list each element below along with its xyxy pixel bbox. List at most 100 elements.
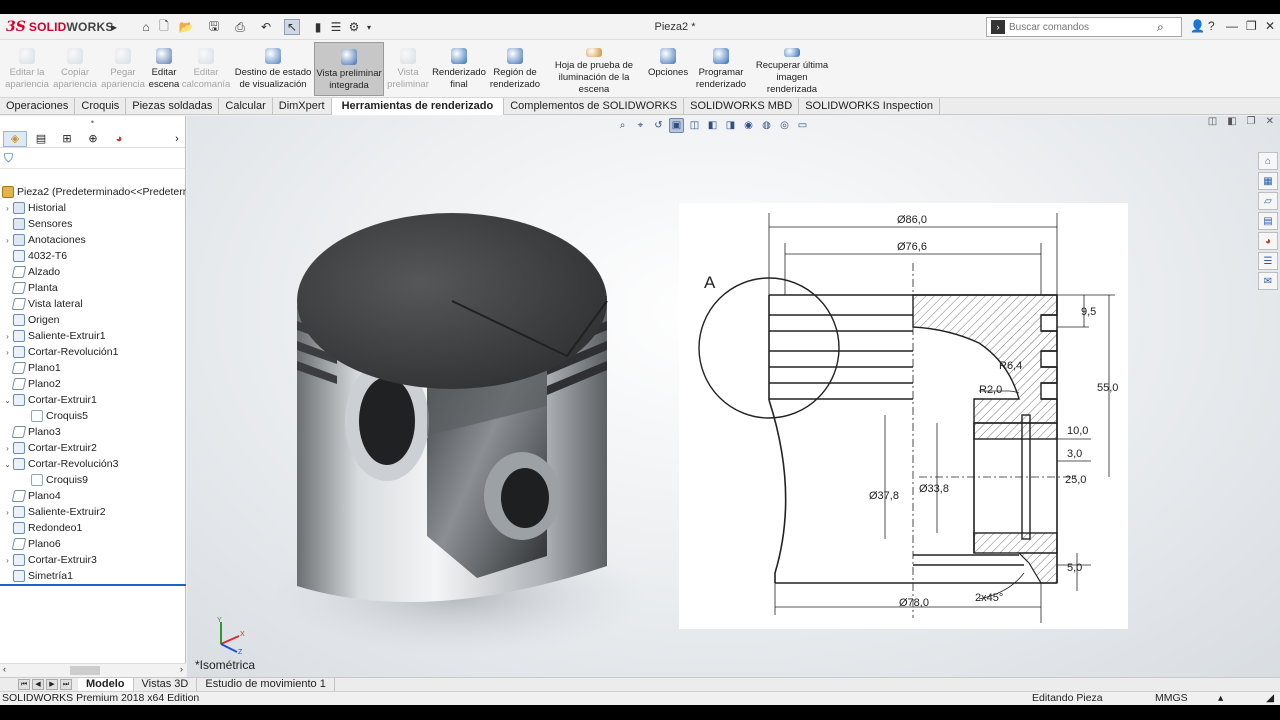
zoom-to-area-icon[interactable]: ⌖ [633, 118, 648, 133]
expand-toggle-icon[interactable]: › [2, 236, 13, 245]
cmd-copy-appearance-button[interactable]: Copiar apariencia [52, 42, 98, 96]
bottom-tab-modelo[interactable]: Modelo [78, 677, 134, 692]
cmd-lighting-proof-button[interactable]: Hoja de prueba de iluminación de la esce… [542, 42, 646, 96]
dynamic-annotation-icon[interactable]: ◫ [687, 118, 702, 133]
cmd-options-button[interactable]: Opciones [648, 42, 688, 96]
view-orientation-icon[interactable]: ◧ [705, 118, 720, 133]
first-tab-icon[interactable]: ⏮ [18, 679, 30, 690]
prev-tab-icon[interactable]: ◀ [32, 679, 44, 690]
tab-solidworks-inspection[interactable]: SOLIDWORKS Inspection [799, 98, 940, 115]
tree-node[interactable]: Redondeo1 [0, 520, 186, 536]
previous-view-icon[interactable]: ↺ [651, 118, 666, 133]
tile-window-icon[interactable]: ◫ [1208, 116, 1217, 127]
expand-toggle-icon[interactable]: › [2, 332, 13, 341]
tree-node[interactable]: ⌄ Cortar-Revolución3 [0, 456, 186, 472]
tree-node[interactable]: Vista lateral [0, 296, 186, 312]
tab-operaciones[interactable]: Operaciones [0, 98, 76, 115]
expand-toggle-icon[interactable]: › [2, 444, 13, 453]
view-settings-icon[interactable]: ▭ [795, 118, 810, 133]
restore-window-icon[interactable]: ❐ [1246, 19, 1257, 33]
tree-node[interactable]: Origen [0, 312, 186, 328]
view-palette-icon[interactable]: ▤ [1258, 212, 1278, 230]
expand-toggle-icon[interactable]: › [2, 204, 13, 213]
custom-properties-icon[interactable]: ☰ [1258, 252, 1278, 270]
tab-dimxpert[interactable]: DimXpert [273, 98, 332, 115]
tree-node[interactable]: Plano1 [0, 360, 186, 376]
tree-node[interactable]: Croquis9 [0, 472, 186, 488]
display-style-icon[interactable]: ◨ [723, 118, 738, 133]
new-document-icon[interactable]: 🗋 [156, 19, 172, 35]
cmd-render-region-button[interactable]: Región de renderizado [490, 42, 540, 96]
solidworks-logo[interactable]: 3S SOLIDWORKS [6, 18, 114, 36]
tab-croquis[interactable]: Croquis [75, 98, 127, 115]
cascade-window-icon[interactable]: ◧ [1227, 116, 1236, 127]
tab-herramientas-de-renderizado[interactable]: Herramientas de renderizado [331, 98, 505, 115]
appearances-scenes-icon[interactable]: ◕ [1258, 232, 1278, 250]
tree-node[interactable]: Pieza2 (Predeterminado<<Predeterm [0, 184, 186, 200]
cmd-paste-appearance-button[interactable]: Pegar apariencia [101, 42, 145, 96]
apply-scene-icon[interactable]: ◎ [777, 118, 792, 133]
tree-node[interactable]: Plano4 [0, 488, 186, 504]
tree-node[interactable]: › Historial [0, 200, 186, 216]
panel-more-icon[interactable]: › [171, 131, 183, 147]
filter-icon[interactable]: ⛉ [0, 148, 185, 169]
tree-node[interactable]: › Saliente-Extruir2 [0, 504, 186, 520]
status-bar-toggle-icon[interactable]: ◢ [1266, 692, 1274, 705]
file-explorer-icon[interactable]: ▱ [1258, 192, 1278, 210]
expand-toggle-icon[interactable]: ⌄ [2, 460, 13, 469]
cmd-integrated-preview-button[interactable]: Vista preliminar integrada [314, 42, 384, 96]
menu-expand-icon[interactable]: ▸ [106, 19, 122, 35]
expand-toggle-icon[interactable]: › [2, 508, 13, 517]
tree-node[interactable]: › Cortar-Revolución1 [0, 344, 186, 360]
zoom-to-fit-icon[interactable]: ⌕ [615, 118, 630, 133]
tree-node[interactable]: › Cortar-Extruir3 [0, 552, 186, 568]
tree-node[interactable]: Sensores [0, 216, 186, 232]
file-properties-icon[interactable]: ☰ [328, 19, 344, 35]
undo-icon[interactable]: ↶ [258, 19, 274, 35]
panel-horizontal-scrollbar[interactable]: ‹ › [0, 663, 186, 677]
command-search[interactable]: › ⌕ [986, 17, 1182, 37]
tree-node[interactable]: › Cortar-Extruir2 [0, 440, 186, 456]
property-manager-tab-icon[interactable]: ▤ [29, 131, 53, 147]
status-units[interactable]: MMGS [1155, 692, 1188, 705]
design-library-icon[interactable]: ▦ [1258, 172, 1278, 190]
minimize-window-icon[interactable]: — [1226, 19, 1238, 33]
bottom-tab-vistas-3d[interactable]: Vistas 3D [134, 677, 198, 692]
help-icon[interactable]: ? [1208, 19, 1215, 33]
select-cursor-icon[interactable]: ↖ [284, 19, 300, 35]
cmd-edit-decal-button[interactable]: Editar calcomanía [182, 42, 230, 96]
next-tab-icon[interactable]: ▶ [46, 679, 58, 690]
tree-node[interactable]: Alzado [0, 264, 186, 280]
home-icon[interactable]: ⌂ [138, 19, 154, 35]
feature-manager-tab-icon[interactable]: ◈ [3, 130, 27, 147]
solidworks-forum-icon[interactable]: ✉ [1258, 272, 1278, 290]
save-icon[interactable]: 🖫 [206, 19, 222, 35]
search-icon[interactable]: ⌕ [1157, 20, 1164, 35]
close-doc-icon[interactable]: ✕ [1266, 116, 1274, 127]
tree-node[interactable]: Plano6 [0, 536, 186, 552]
bottom-tab-estudio-de-movimiento-1[interactable]: Estudio de movimiento 1 [197, 677, 335, 692]
scroll-right-icon[interactable]: › [180, 664, 183, 674]
tree-node[interactable]: Croquis5 [0, 408, 186, 424]
tree-node[interactable]: Plano3 [0, 424, 186, 440]
expand-toggle-icon[interactable]: ⌄ [2, 396, 13, 405]
piston-3d-model[interactable] [277, 206, 717, 677]
tab-piezas-soldadas[interactable]: Piezas soldadas [126, 98, 220, 115]
cmd-final-render-button[interactable]: Renderizado final [430, 42, 488, 96]
last-tab-icon[interactable]: ⏭ [60, 679, 72, 690]
cmd-display-state-button[interactable]: Destino de estado de visualización [232, 42, 314, 96]
cmd-recall-image-button[interactable]: Recuperar última imagen renderizada [752, 42, 832, 96]
display-manager-tab-icon[interactable]: ◕ [107, 131, 131, 147]
tree-node[interactable]: Plano2 [0, 376, 186, 392]
rebuild-icon[interactable]: ▮ [310, 19, 326, 35]
print-icon[interactable]: ⎙ [232, 19, 248, 35]
tree-node[interactable]: Planta [0, 280, 186, 296]
tab-solidworks-mbd[interactable]: SOLIDWORKS MBD [684, 98, 800, 115]
hide-show-items-icon[interactable]: ◉ [741, 118, 756, 133]
cmd-schedule-render-button[interactable]: Programar renderizado [692, 42, 750, 96]
solidworks-resources-icon[interactable]: ⌂ [1258, 152, 1278, 170]
cmd-edit-scene-button[interactable]: Editar escena [146, 42, 182, 96]
rollback-bar[interactable] [0, 584, 186, 586]
configuration-manager-tab-icon[interactable]: ⊞ [55, 131, 79, 147]
open-folder-icon[interactable]: 📂 [178, 19, 194, 35]
